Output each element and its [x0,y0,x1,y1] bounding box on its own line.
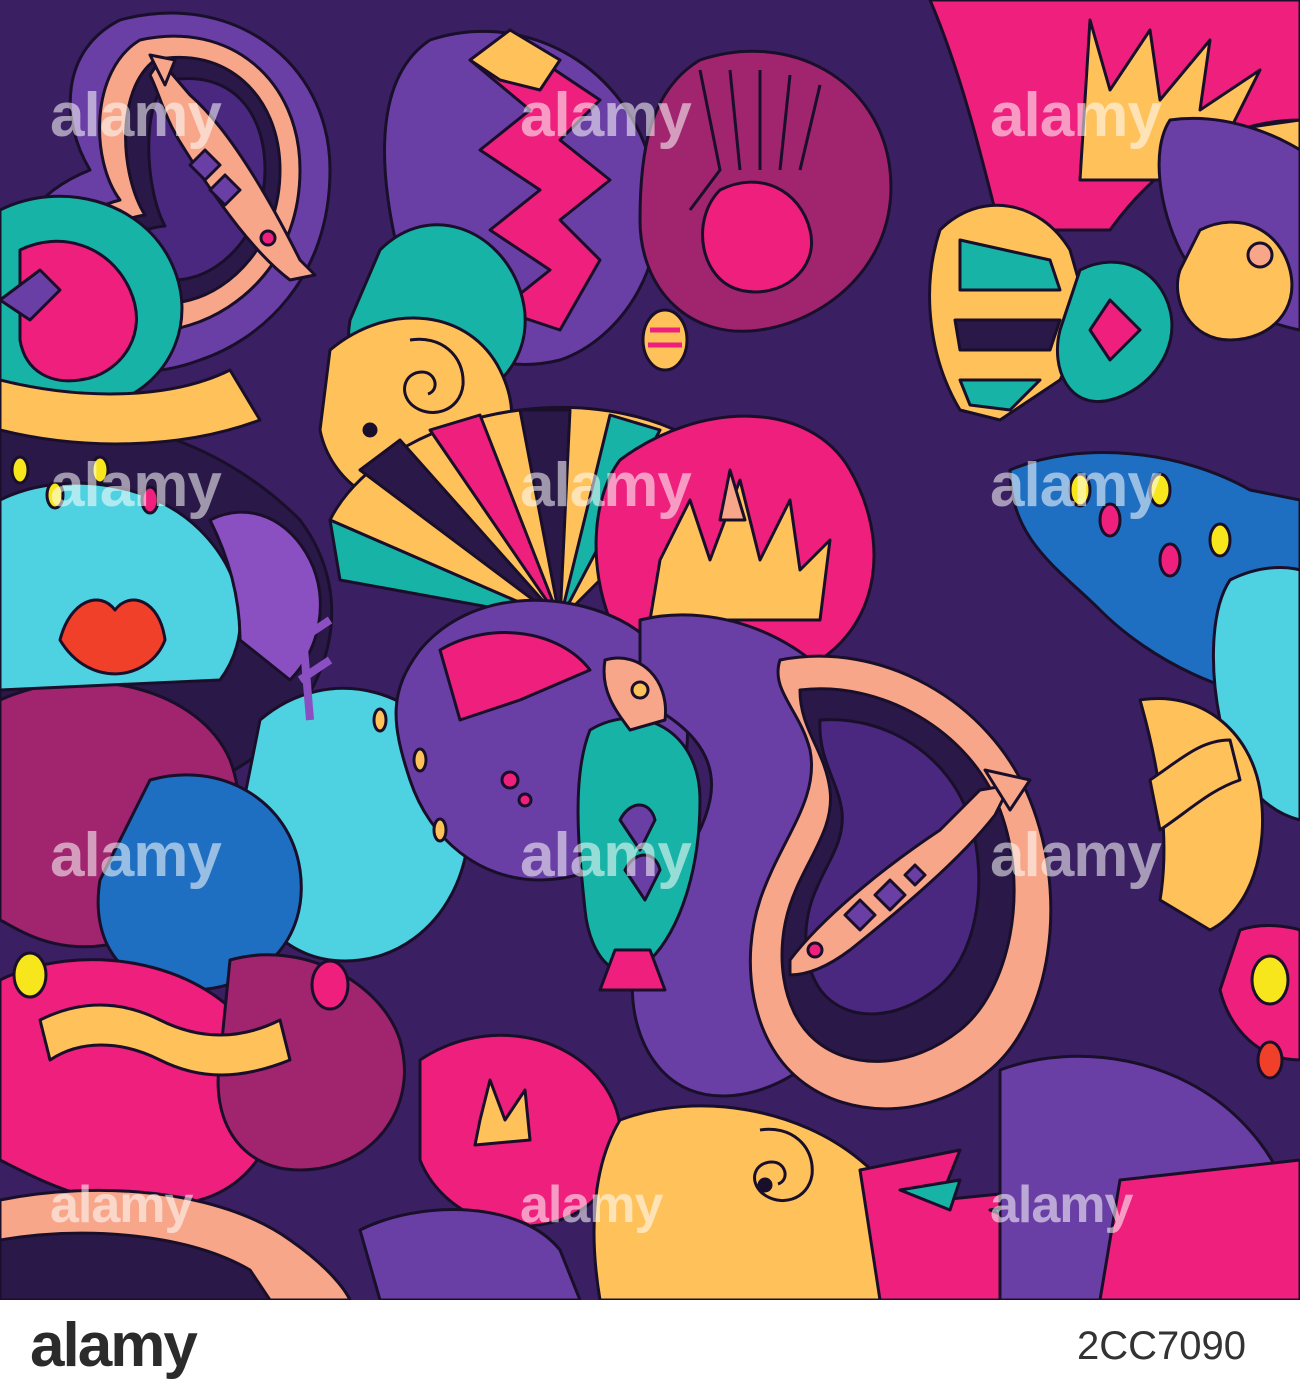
stock-footer-bar: alamy 2CC7090 [0,1300,1300,1389]
image-id-label: 2CC7090 [1076,1324,1246,1368]
paisley-pattern-illustration [0,0,1300,1300]
alamy-logo: alamy [30,1311,198,1380]
pattern-image: alamy alamy alamy alamy alamy alamy alam… [0,0,1300,1300]
